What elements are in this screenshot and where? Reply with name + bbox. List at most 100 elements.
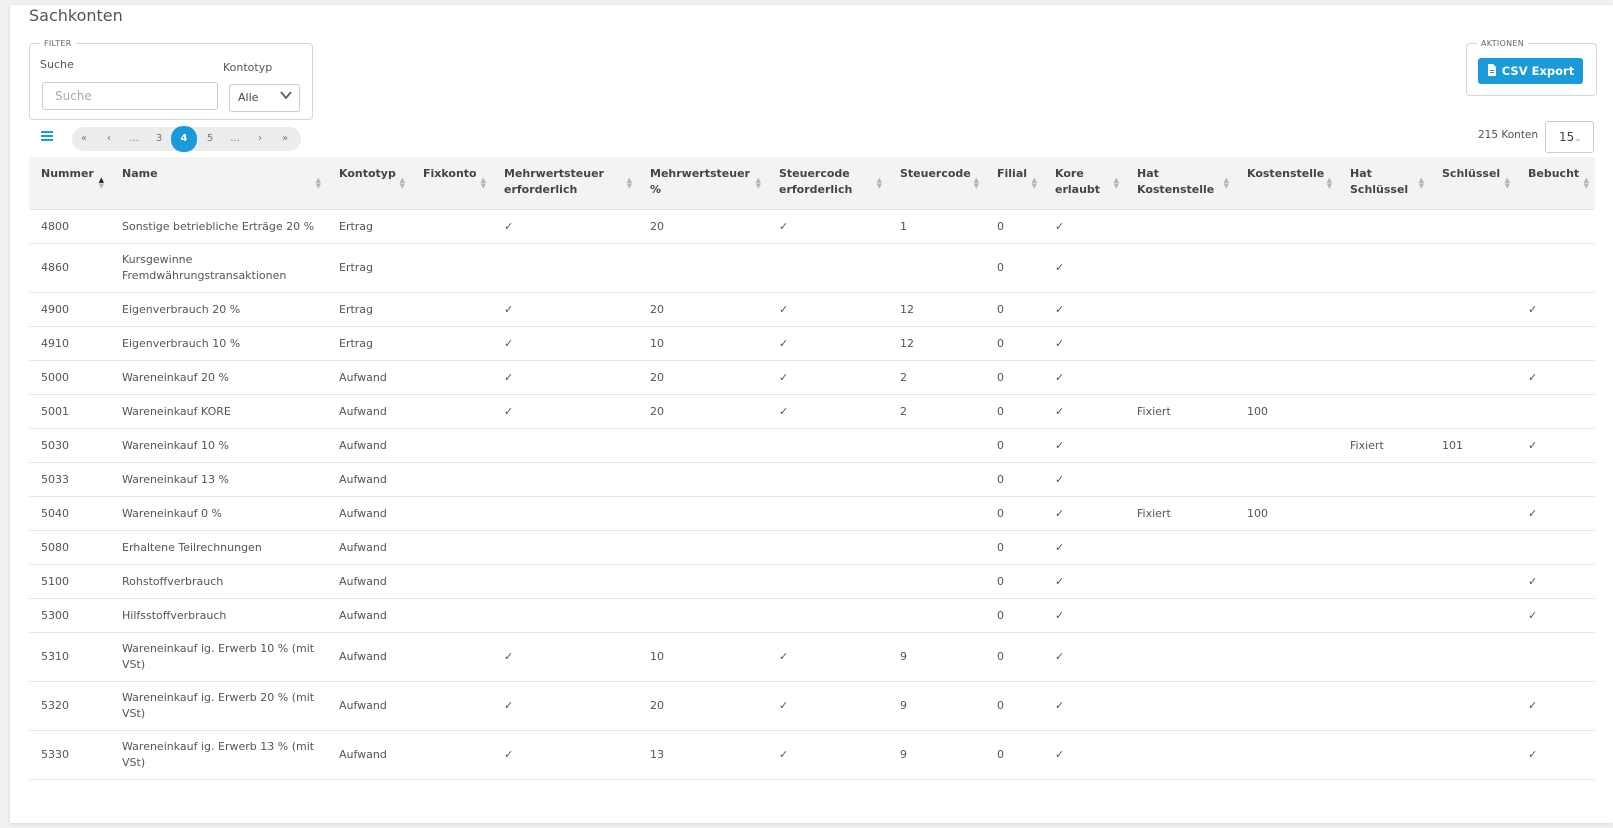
table-cell [411,428,492,463]
check-icon: ✓ [767,681,888,731]
column-header[interactable]: Mehrwertsteuer erforderlich ▲ ▼ [492,157,638,210]
table-cell: 5001 [29,394,110,429]
sort-arrows-icon[interactable]: ▲ ▼ [1327,177,1332,190]
page-3-button[interactable]: 3 [147,127,171,151]
csv-export-button[interactable]: CSV Export [1478,58,1583,84]
table-cell [411,394,492,429]
sort-arrows-icon[interactable]: ▲ ▼ [1505,177,1510,190]
table-row[interactable]: 5100 Rohstoffverbrauch Aufwand 0 ✓ ✓ [29,564,1595,599]
sort-arrows-icon[interactable]: ▲ ▼ [756,177,761,190]
table-cell: 0 [985,462,1043,497]
table-cell [638,598,767,633]
page-next-button[interactable]: › [248,127,272,151]
table-cell [1430,632,1516,682]
column-header[interactable]: Fixkonto ▲ ▼ [411,157,492,210]
page-first-button[interactable]: « [72,127,96,151]
table-cell [767,428,888,463]
table-row[interactable]: 4860 Kursgewinne Fremdwährungstransaktion… [29,243,1595,293]
column-header-label: Kontotyp [339,167,396,180]
table-row[interactable]: 5080 Erhaltene Teilrechnungen Aufwand 0 ✓ [29,530,1595,565]
table-cell: 100 [1235,394,1338,429]
sort-arrows-icon[interactable]: ▲ ▼ [1419,177,1424,190]
sort-arrows-icon[interactable]: ▲ ▼ [1224,177,1229,190]
sort-arrows-icon[interactable]: ▲ ▼ [1032,177,1037,190]
kontotyp-select[interactable]: Alle [229,84,300,112]
check-icon: ✓ [1516,292,1595,327]
list-icon[interactable] [41,130,53,145]
column-header[interactable]: Hat Kostenstelle ▲ ▼ [1125,157,1235,210]
table-row[interactable]: 4800 Sonstige betriebliche Erträge 20 % Er… [29,209,1595,244]
column-header[interactable]: Bebucht ▲ ▼ [1516,157,1595,210]
check-icon: ✓ [1043,632,1125,682]
table-cell: 20 [638,292,767,327]
table-cell [1235,564,1338,599]
sort-arrows-icon[interactable]: ▲ ▼ [1584,177,1589,190]
table-cell: Sonstige betriebliche Erträge 20 % [110,209,327,244]
column-header[interactable]: Hat Schlüssel ▲ ▼ [1338,157,1430,210]
table-row[interactable]: 4910 Eigenverbrauch 10 % Ertrag ✓ 10 ✓ 12 0 ✓ [29,326,1595,361]
table-cell: 0 [985,243,1043,293]
page-current-button[interactable]: 4 [171,126,197,152]
column-header[interactable]: Filial ▲ ▼ [985,157,1043,210]
table-cell [1235,326,1338,361]
table-cell [1516,326,1595,361]
sort-arrows-icon[interactable]: ▲ ▼ [1114,177,1119,190]
page-last-button[interactable]: » [273,127,297,151]
table-row[interactable]: 5001 Wareneinkauf KORE Aufwand ✓ 20 ✓ 2 0 ✓ Fixie… [29,394,1595,429]
sort-arrows-icon[interactable]: ▲ ▼ [316,177,321,190]
sort-arrows-icon[interactable]: ▲ ▼ [99,177,104,190]
table-row[interactable]: 5300 Hilfsstoffverbrauch Aufwand 0 ✓ ✓ [29,598,1595,633]
page-prev-button[interactable]: ‹ [97,127,121,151]
check-icon: ✓ [492,730,638,780]
table-cell [492,598,638,633]
sort-arrows-icon[interactable]: ▲ ▼ [974,177,979,190]
table-cell: Fixiert [1338,428,1430,463]
table-row[interactable]: 5000 Wareneinkauf 20 % Aufwand ✓ 20 ✓ 2 0 ✓ ✓ [29,360,1595,395]
sort-arrows-icon[interactable]: ▲ ▼ [400,177,405,190]
sort-arrows-icon[interactable]: ▲ ▼ [877,177,882,190]
column-header[interactable]: Kore erlaubt ▲ ▼ [1043,157,1125,210]
check-icon: ✓ [492,292,638,327]
table-cell: Kursgewinne Fremdwährungstransaktionen [110,243,327,293]
table-cell: Aufwand [327,598,411,633]
table-cell [1430,564,1516,599]
table-cell [1430,243,1516,293]
column-header[interactable]: Kontotyp ▲ ▼ [327,157,411,210]
table-row[interactable]: 5033 Wareneinkauf 13 % Aufwand 0 ✓ [29,462,1595,497]
search-input[interactable] [42,82,218,110]
table-cell: Wareneinkauf 20 % [110,360,327,395]
sort-arrows-icon[interactable]: ▲ ▼ [481,177,486,190]
table-cell [1430,326,1516,361]
table-row[interactable]: 4900 Eigenverbrauch 20 % Ertrag ✓ 20 ✓ 12 0 ✓ ✓ [29,292,1595,327]
column-header[interactable]: Kostenstelle ▲ ▼ [1235,157,1338,210]
table-row[interactable]: 5330 Wareneinkauf ig. Erwerb 13 % (mit VS… [29,730,1595,780]
column-header[interactable]: Name ▲ ▼ [110,157,327,210]
table-cell: 0 [985,632,1043,682]
table-cell: 5310 [29,632,110,682]
table-row[interactable]: 5320 Wareneinkauf ig. Erwerb 20 % (mit VS… [29,681,1595,731]
check-icon: ✓ [767,360,888,395]
table-cell [638,496,767,531]
page-title: Sachkonten [29,6,123,25]
table-row[interactable]: 5030 Wareneinkauf 10 % Aufwand 0 ✓ Fixiert 101… [29,428,1595,463]
table-row[interactable]: 5310 Wareneinkauf ig. Erwerb 10 % (mit VS… [29,632,1595,682]
per-page-select[interactable]: 15⌄ [1545,121,1594,153]
column-header[interactable]: Schlüssel ▲ ▼ [1430,157,1516,210]
column-header[interactable]: Mehrwertsteuer % ▲ ▼ [638,157,767,210]
file-csv-icon [1487,63,1497,79]
table-cell [492,530,638,565]
table-cell [638,530,767,565]
column-header[interactable]: Steuercode ▲ ▼ [888,157,985,210]
table-cell: 5000 [29,360,110,395]
sort-arrows-icon[interactable]: ▲ ▼ [627,177,632,190]
table-cell: Aufwand [327,428,411,463]
check-icon: ✓ [1516,598,1595,633]
table-row[interactable]: 5040 Wareneinkauf 0 % Aufwand 0 ✓ Fixiert 100 ✓ [29,496,1595,531]
column-header[interactable]: Nummer ▲ ▼ [29,157,110,210]
check-icon: ✓ [1043,360,1125,395]
table-cell: 5033 [29,462,110,497]
column-header[interactable]: Steuercode erforderlich ▲ ▼ [767,157,888,210]
column-header-label: Nummer [41,167,94,180]
page-5-button[interactable]: 5 [198,127,222,151]
table-cell [888,428,985,463]
